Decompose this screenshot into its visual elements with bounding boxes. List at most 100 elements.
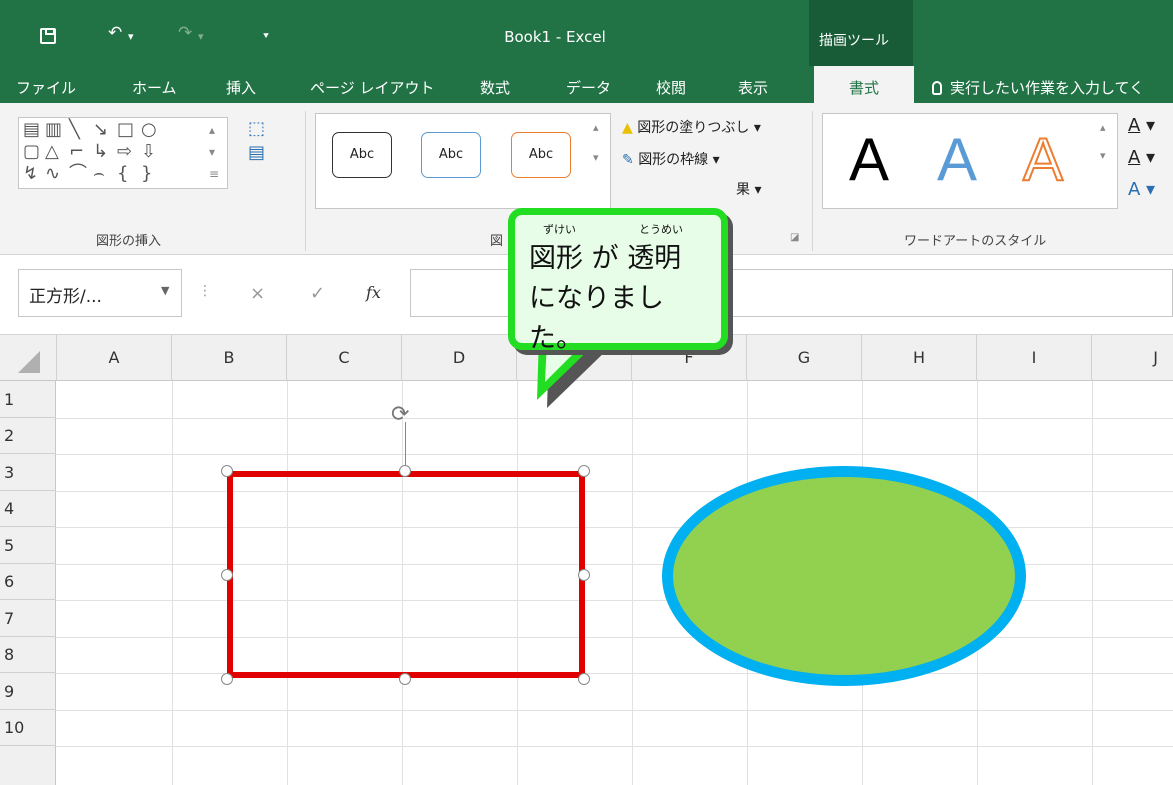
tab-file[interactable]: ファイル xyxy=(16,77,76,98)
elbow-arrow-connector-icon[interactable]: ↳ xyxy=(93,142,108,162)
freeform-shape-icon[interactable]: ↯ xyxy=(23,164,38,184)
wordart-style-blue[interactable]: A xyxy=(937,128,977,192)
text-outline-button[interactable]: A ▾ xyxy=(1128,147,1155,168)
style-scroll-up-icon[interactable]: ▴ xyxy=(593,121,599,134)
left-brace-shape-icon[interactable]: { xyxy=(117,164,128,184)
tab-data[interactable]: データ xyxy=(566,77,611,98)
enter-icon[interactable]: ✓ xyxy=(310,283,325,304)
elbow-connector-icon[interactable]: ⌐ xyxy=(69,142,84,162)
row-header-10[interactable]: 10 xyxy=(0,710,56,746)
column-header-b[interactable]: B xyxy=(172,335,287,381)
cancel-icon[interactable]: × xyxy=(250,283,265,304)
shapes-gallery[interactable]: ▤ ▥ ╲ ↘ □ ○ ▢ △ ⌐ ↳ ⇨ ⇩ ↯ ∿ ⌒ ⌢ { } ▴ ▾ … xyxy=(18,117,228,189)
resize-handle-right[interactable] xyxy=(578,569,590,581)
dialog-launcher-icon[interactable]: ◪ xyxy=(790,232,799,243)
save-icon[interactable] xyxy=(40,28,56,44)
oval-shape-icon[interactable]: ○ xyxy=(141,120,157,140)
triangle-shape-icon[interactable]: △ xyxy=(45,142,59,162)
row-header-6[interactable]: 6 xyxy=(0,564,56,600)
resize-handle-bottom-right[interactable] xyxy=(578,673,590,685)
rounded-rectangle-shape-icon[interactable]: ▢ xyxy=(23,142,40,162)
shape-outline-label: 図形の枠線 xyxy=(638,152,709,168)
shape-style-black[interactable]: Abc xyxy=(332,132,392,178)
resize-handle-bottom[interactable] xyxy=(399,673,411,685)
undo-icon[interactable]: ↶ xyxy=(108,24,122,42)
down-arrow-shape-icon[interactable]: ⇩ xyxy=(141,142,156,162)
row-header-9[interactable]: 9 xyxy=(0,673,56,710)
tab-home[interactable]: ホーム xyxy=(132,77,177,98)
name-box[interactable]: 正方形/... ▼ xyxy=(18,269,182,317)
row-header-3[interactable]: 3 xyxy=(0,454,56,491)
gridline xyxy=(56,710,1173,711)
row-header-5[interactable]: 5 xyxy=(0,527,56,564)
select-all-corner[interactable] xyxy=(0,335,57,381)
resize-handle-left[interactable] xyxy=(221,569,233,581)
gallery-more-icon[interactable]: ≡ xyxy=(209,164,219,184)
row-header-8[interactable]: 8 xyxy=(0,637,56,673)
shape-fill-button[interactable]: ▲ 図形の塗りつぶし ▾ xyxy=(622,117,761,137)
tab-review[interactable]: 校閲 xyxy=(656,77,686,98)
style-scroll-down-icon[interactable]: ▾ xyxy=(593,151,599,164)
arc-shape-icon[interactable]: ⌒ xyxy=(69,164,87,184)
row-header-2[interactable]: 2 xyxy=(0,418,56,454)
wordart-scroll-down-icon[interactable]: ▾ xyxy=(1100,149,1106,162)
right-brace-shape-icon[interactable]: } xyxy=(141,164,152,184)
row-header-1[interactable]: 1 xyxy=(0,381,56,418)
resize-handle-top[interactable] xyxy=(399,465,411,477)
row-header-4[interactable]: 4 xyxy=(0,491,56,527)
arrow-line-shape-icon[interactable]: ↘ xyxy=(93,120,108,140)
text-fill-button[interactable]: A ▾ xyxy=(1128,115,1155,136)
text-effects-button[interactable]: A ▾ xyxy=(1128,179,1155,200)
row-header-7[interactable]: 7 xyxy=(0,600,56,637)
vertical-textbox-shape-icon[interactable]: ▥ xyxy=(45,120,62,140)
text-effects-icon: A xyxy=(1128,179,1141,200)
shape-effects-label: 果 xyxy=(736,182,750,198)
shape-effects-button[interactable]: 果 ▾ xyxy=(736,179,761,199)
edit-shape-icon[interactable]: ⬚ xyxy=(248,119,265,139)
column-header-j[interactable]: J xyxy=(1092,335,1173,381)
resize-handle-top-left[interactable] xyxy=(221,465,233,477)
column-header-g[interactable]: G xyxy=(747,335,862,381)
shape-outline-button[interactable]: ✎ 図形の枠線 ▾ xyxy=(622,149,720,169)
wordart-style-orange-outline[interactable]: A xyxy=(1022,127,1064,193)
tab-page-layout[interactable]: ページ レイアウト xyxy=(310,77,434,98)
ellipse-shape[interactable] xyxy=(662,466,1026,686)
wordart-scroll-up-icon[interactable]: ▴ xyxy=(1100,121,1106,134)
insert-function-icon[interactable]: fx xyxy=(366,283,381,302)
right-arrow-shape-icon[interactable]: ⇨ xyxy=(117,142,132,162)
tab-format[interactable]: 書式 xyxy=(814,66,914,103)
resize-handle-bottom-left[interactable] xyxy=(221,673,233,685)
column-header-c[interactable]: C xyxy=(287,335,402,381)
undo-dropdown-icon[interactable]: ▾ xyxy=(128,28,134,46)
column-header-d[interactable]: D xyxy=(402,335,517,381)
line-shape-icon[interactable]: ╲ xyxy=(69,120,80,140)
tab-view[interactable]: 表示 xyxy=(738,77,768,98)
column-header-a[interactable]: A xyxy=(57,335,172,381)
scribble-shape-icon[interactable]: ∿ xyxy=(45,164,60,184)
shape-fill-label: 図形の塗りつぶし xyxy=(637,120,750,136)
gallery-scroll-down-icon[interactable]: ▾ xyxy=(209,142,215,162)
gallery-scroll-up-icon[interactable]: ▴ xyxy=(209,120,215,140)
column-header-h[interactable]: H xyxy=(862,335,977,381)
rotate-icon[interactable]: ⟳ xyxy=(391,404,409,426)
tell-me-search[interactable]: 実行したい作業を入力してく xyxy=(932,77,1144,98)
curve-shape-icon[interactable]: ⌢ xyxy=(93,164,105,184)
redo-icon[interactable]: ↷ xyxy=(178,24,192,42)
textbox-shape-icon[interactable]: ▤ xyxy=(23,120,40,140)
rectangle-shape-icon[interactable]: □ xyxy=(117,120,134,140)
gridline xyxy=(1092,381,1093,785)
shape-styles-gallery[interactable]: Abc Abc Abc xyxy=(315,113,611,209)
shape-style-blue[interactable]: Abc xyxy=(421,132,481,178)
wordart-style-black[interactable]: A xyxy=(849,128,889,192)
customize-toolbar-icon[interactable]: ⯆ xyxy=(262,28,270,46)
shape-style-orange[interactable]: Abc xyxy=(511,132,571,178)
resize-handle-top-right[interactable] xyxy=(578,465,590,477)
redo-dropdown-icon[interactable]: ▾ xyxy=(198,28,204,46)
selected-rectangle-shape[interactable] xyxy=(227,471,585,678)
wordart-gallery[interactable]: A A A xyxy=(822,113,1118,209)
tell-me-text: 実行したい作業を入力してく xyxy=(950,79,1145,97)
textbox-icon[interactable]: ▤ xyxy=(248,143,265,163)
column-header-i[interactable]: I xyxy=(977,335,1092,381)
tab-insert[interactable]: 挿入 xyxy=(226,77,256,98)
tab-formulas[interactable]: 数式 xyxy=(480,77,510,98)
